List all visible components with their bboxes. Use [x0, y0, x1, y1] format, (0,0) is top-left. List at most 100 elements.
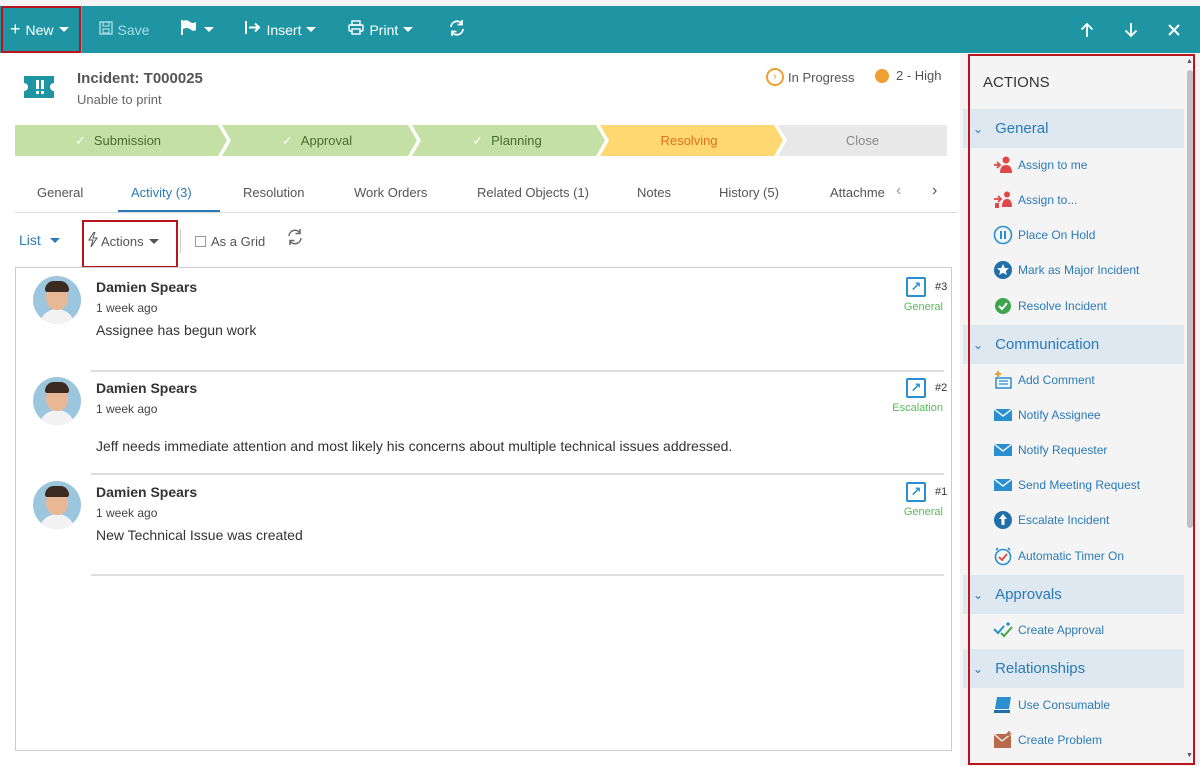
check-icon: ✓	[75, 133, 86, 149]
tab-general[interactable]: General	[37, 185, 83, 200]
escalate-incident-action[interactable]: Escalate Incident	[993, 509, 1109, 531]
save-label: Save	[118, 22, 150, 38]
activity-item: Damien Spears 1 week ago Jeff needs imme…	[16, 372, 951, 476]
actions-panel-scrollbar[interactable]: ▲ ▼	[1185, 58, 1195, 763]
step-close[interactable]: Close	[778, 125, 947, 156]
in-progress-icon: ›	[766, 68, 784, 86]
tab-attachments[interactable]: Attachme	[830, 185, 888, 200]
as-grid-label: As a Grid	[211, 234, 265, 249]
assign-users-icon	[993, 190, 1013, 210]
tab-activity[interactable]: Activity (3)	[131, 185, 192, 200]
automatic-timer-action[interactable]: Automatic Timer On	[993, 545, 1124, 567]
create-approval-action[interactable]: Create Approval	[993, 619, 1104, 641]
section-label: Relationships	[995, 660, 1085, 677]
notify-requester-action[interactable]: Notify Requester	[993, 439, 1107, 461]
priority-label: 2 - High	[896, 68, 942, 83]
section-label: Approvals	[995, 586, 1062, 603]
activity-number: #3	[935, 281, 947, 293]
scrollbar-thumb[interactable]	[1187, 70, 1193, 528]
assign-to-action[interactable]: Assign to...	[993, 189, 1077, 211]
section-approvals[interactable]: ⌄ Approvals	[963, 575, 1184, 614]
insert-label: Insert	[266, 22, 301, 38]
check-icon: ✓	[472, 133, 483, 149]
tab-resolution[interactable]: Resolution	[243, 185, 304, 200]
chevron-down-icon	[149, 239, 159, 244]
plus-icon: +	[10, 19, 21, 40]
actions-panel: ACTIONS ⌄ General Assign to me Assign to…	[962, 53, 1200, 766]
action-label: Add Comment	[1018, 373, 1095, 387]
open-activity-icon[interactable]: ↗	[906, 378, 926, 398]
place-on-hold-action[interactable]: Place On Hold	[993, 224, 1095, 246]
scroll-down-icon[interactable]: ▼	[1186, 752, 1193, 759]
activity-number: #2	[935, 382, 947, 394]
use-consumable-action[interactable]: Use Consumable	[993, 694, 1110, 716]
toolbar-navigation	[1065, 6, 1200, 53]
add-comment-action[interactable]: Add Comment	[993, 369, 1095, 391]
insert-arrow-icon	[245, 21, 261, 38]
insert-button[interactable]: Insert	[227, 6, 329, 53]
view-mode-dropdown[interactable]: List	[19, 232, 60, 248]
add-comment-icon	[993, 370, 1013, 390]
action-label: Place On Hold	[1018, 228, 1095, 242]
save-button[interactable]: Save	[82, 6, 163, 53]
create-problem-action[interactable]: Create Problem	[993, 729, 1102, 751]
action-label: Escalate Incident	[1018, 513, 1109, 527]
step-submission[interactable]: ✓ Submission	[15, 125, 221, 156]
consumable-icon	[993, 695, 1013, 715]
tabs-scroll-right-icon[interactable]: ›	[932, 182, 937, 200]
refresh-button[interactable]	[426, 6, 479, 53]
active-tab-indicator	[118, 210, 220, 212]
view-mode-label: List	[19, 232, 41, 248]
new-button[interactable]: + New	[0, 6, 81, 53]
activity-divider	[91, 473, 944, 475]
mark-major-incident-action[interactable]: Mark as Major Incident	[993, 259, 1139, 281]
assign-user-icon	[993, 155, 1013, 175]
tab-notes[interactable]: Notes	[637, 185, 671, 200]
tab-history[interactable]: History (5)	[719, 185, 779, 200]
action-label: Use Consumable	[1018, 698, 1110, 712]
section-communication[interactable]: ⌄ Communication	[963, 325, 1184, 364]
previous-record-button[interactable]	[1065, 6, 1109, 53]
notify-assignee-action[interactable]: Notify Assignee	[993, 404, 1101, 426]
flag-button[interactable]	[162, 6, 227, 53]
action-label: Assign to me	[1018, 158, 1087, 172]
step-approval[interactable]: ✓ Approval	[222, 125, 412, 156]
open-activity-icon[interactable]: ↗	[906, 482, 926, 502]
chevron-down-icon	[306, 27, 316, 32]
step-label: Resolving	[660, 133, 717, 148]
section-relationships[interactable]: ⌄ Relationships	[963, 649, 1184, 688]
print-label: Print	[369, 22, 398, 38]
action-label: Resolve Incident	[1018, 299, 1107, 313]
print-button[interactable]: Print	[329, 6, 426, 53]
chevron-down-icon: ⌄	[973, 122, 983, 136]
toolbar-divider	[180, 229, 181, 253]
save-icon	[99, 21, 113, 39]
as-grid-checkbox[interactable]: As a Grid	[195, 234, 265, 249]
assign-to-me-action[interactable]: Assign to me	[993, 154, 1087, 176]
status-indicator[interactable]: › In Progress	[766, 68, 854, 86]
activity-refresh-button[interactable]	[286, 228, 304, 251]
step-planning[interactable]: ✓ Planning	[412, 125, 602, 156]
section-general[interactable]: ⌄ General	[963, 109, 1184, 148]
actions-dropdown[interactable]: Actions	[88, 232, 159, 250]
activity-author: Damien Spears	[96, 380, 197, 396]
resolve-incident-action[interactable]: Resolve Incident	[993, 295, 1107, 317]
activity-category: General	[904, 506, 943, 518]
close-button[interactable]	[1153, 6, 1200, 53]
next-record-button[interactable]	[1109, 6, 1153, 53]
refresh-icon	[286, 228, 304, 246]
send-meeting-request-action[interactable]: Send Meeting Request	[993, 474, 1140, 496]
activity-time: 1 week ago	[96, 301, 157, 315]
tabs-scroll-left-icon[interactable]: ‹	[896, 182, 901, 200]
open-activity-icon[interactable]: ↗	[906, 277, 926, 297]
priority-indicator[interactable]: 2 - High	[875, 68, 942, 83]
tab-work-orders[interactable]: Work Orders	[354, 185, 427, 200]
chevron-down-icon: ⌄	[973, 588, 983, 602]
activity-item: Damien Spears 1 week ago Assignee has be…	[16, 268, 951, 372]
step-resolving[interactable]: Resolving	[600, 125, 778, 156]
activity-time: 1 week ago	[96, 506, 157, 520]
scroll-up-icon[interactable]: ▲	[1186, 58, 1193, 65]
step-label: Close	[846, 133, 879, 148]
incident-subtitle: Unable to print	[77, 92, 162, 107]
tab-related-objects[interactable]: Related Objects (1)	[477, 185, 589, 200]
